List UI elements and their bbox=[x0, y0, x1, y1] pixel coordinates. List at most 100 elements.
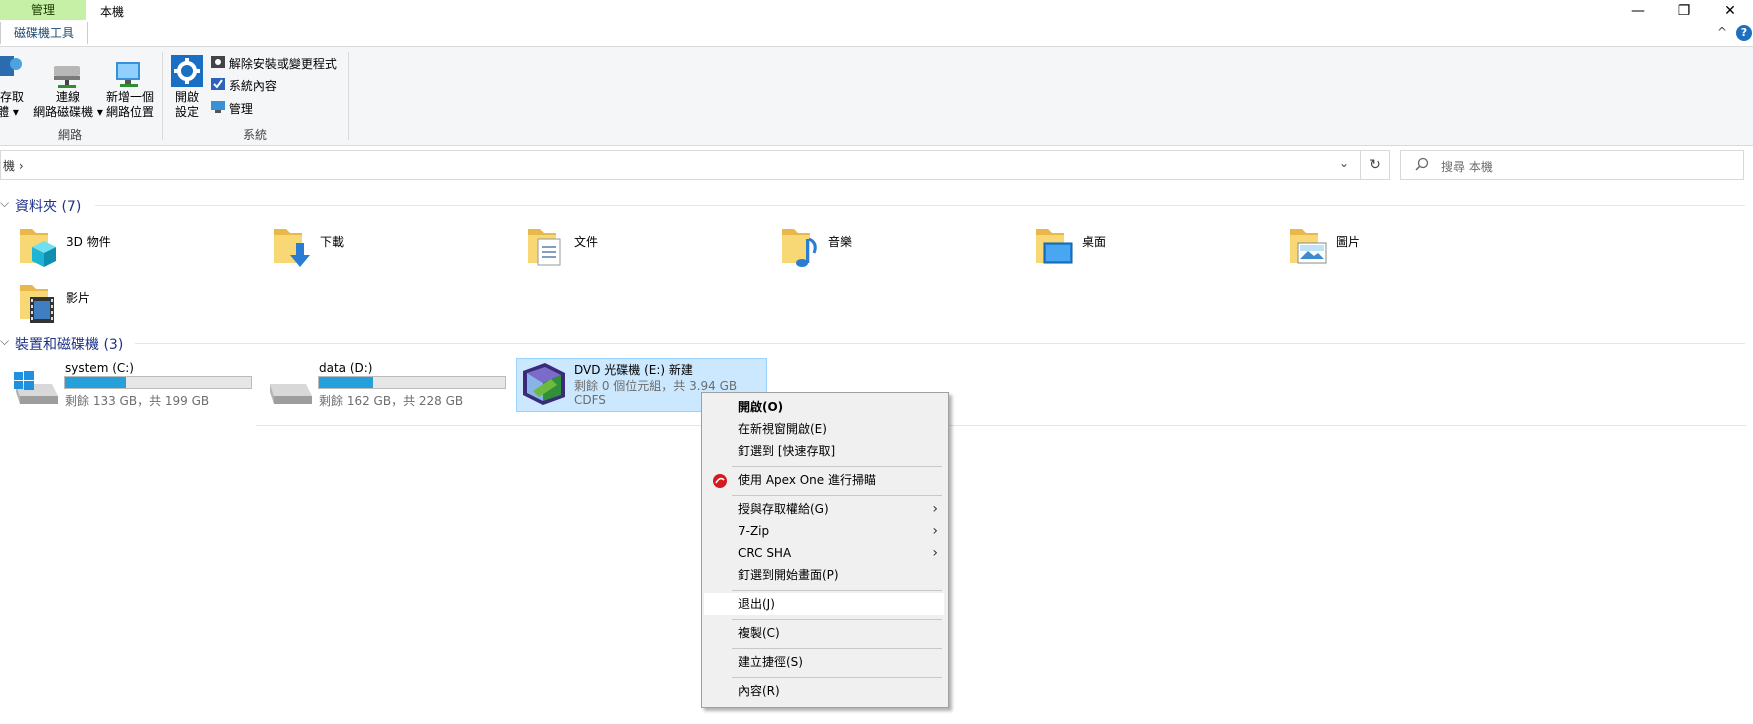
window-title: 本機 bbox=[100, 5, 125, 19]
group-separator bbox=[162, 52, 163, 140]
system-properties-icon bbox=[211, 77, 225, 97]
open-settings-button[interactable]: 開啟 設定 bbox=[168, 90, 206, 120]
section-divider bbox=[256, 425, 1746, 426]
videos-folder-icon bbox=[18, 281, 60, 325]
search-icon bbox=[1415, 157, 1429, 171]
menu-item-pin-quick-access[interactable]: 釘選到 [快速存取] bbox=[704, 440, 944, 462]
drive-usage-fill bbox=[65, 377, 127, 388]
menu-item-properties[interactable]: 內容(R) bbox=[704, 680, 944, 702]
folder-label: 音樂 bbox=[828, 235, 853, 249]
system-properties-button[interactable]: 系統內容 bbox=[211, 76, 277, 96]
menu-item-eject[interactable]: 退出(J) bbox=[704, 593, 944, 615]
add-network-location-icon bbox=[112, 58, 146, 90]
drive-free-space: 剩餘 133 GB，共 199 GB bbox=[65, 394, 210, 408]
folder-pictures[interactable]: 圖片 bbox=[1288, 225, 1508, 273]
folders-collapse-chevron-icon[interactable]: ⌵ bbox=[0, 196, 9, 211]
access-media-label-1: 存取 bbox=[0, 90, 25, 104]
menu-separator bbox=[732, 619, 942, 620]
devices-section-heading[interactable]: 裝置和磁碟機 (3) bbox=[15, 334, 123, 354]
network-group-label: 網路 bbox=[57, 128, 82, 142]
dvd-disc-icon bbox=[521, 361, 567, 407]
map-drive-label-2: 網路磁碟機 ▾ bbox=[33, 105, 103, 119]
drive-usage-bar bbox=[318, 376, 506, 389]
pictures-folder-icon bbox=[1288, 225, 1330, 269]
menu-item-crc-sha[interactable]: CRC SHA › bbox=[704, 542, 944, 564]
access-media-label-2: 媒體 ▾ bbox=[0, 105, 19, 119]
menu-separator bbox=[732, 590, 942, 591]
menu-item-grant-access[interactable]: 授與存取權給(G) › bbox=[704, 498, 944, 520]
submenu-arrow-icon: › bbox=[932, 523, 938, 539]
folder-label: 桌面 bbox=[1082, 235, 1107, 249]
title-bar bbox=[0, 0, 1753, 22]
tab-drive-tools[interactable]: 磁碟機工具 bbox=[0, 22, 88, 44]
drive-c[interactable]: system (C:) 剩餘 133 GB，共 199 GB bbox=[12, 360, 252, 408]
access-media-button[interactable]: 存取 媒體 ▾ bbox=[0, 90, 24, 120]
settings-gear-icon bbox=[171, 55, 203, 87]
menu-item-7zip[interactable]: 7-Zip › bbox=[704, 520, 944, 542]
menu-item-create-shortcut[interactable]: 建立捷徑(S) bbox=[704, 651, 944, 673]
close-button[interactable]: ✕ bbox=[1707, 0, 1753, 22]
collapse-ribbon-button[interactable]: ^ bbox=[1714, 25, 1730, 41]
drive-name: data (D:) bbox=[319, 361, 373, 375]
drive-usage-fill bbox=[319, 377, 373, 388]
refresh-button[interactable]: ↻ bbox=[1360, 150, 1390, 180]
menu-separator bbox=[732, 648, 942, 649]
open-settings-label-1: 開啟 bbox=[174, 90, 199, 104]
hard-drive-icon bbox=[266, 370, 312, 406]
help-button[interactable]: ? bbox=[1736, 25, 1752, 41]
uninstall-icon bbox=[211, 55, 225, 75]
computer-manage-icon bbox=[211, 100, 225, 120]
folder-3d-objects[interactable]: 3D 物件 bbox=[18, 225, 238, 273]
map-network-drive-button[interactable]: 連線 網路磁碟機 ▾ bbox=[30, 90, 106, 120]
music-folder-icon bbox=[780, 225, 822, 269]
menu-item-open-new-window[interactable]: 在新視窗開啟(E) bbox=[704, 418, 944, 440]
drive-d[interactable]: data (D:) 剩餘 162 GB，共 228 GB bbox=[266, 360, 506, 408]
address-history-chevron-down-icon[interactable]: ⌄ bbox=[1335, 156, 1353, 174]
desktop-folder-icon bbox=[1034, 225, 1076, 269]
apex-one-icon bbox=[713, 473, 727, 488]
section-divider bbox=[95, 205, 1745, 206]
menu-item-apex-scan[interactable]: 使用 Apex One 進行掃瞄 bbox=[704, 469, 944, 491]
uninstall-program-button[interactable]: 解除安裝或變更程式 bbox=[211, 54, 337, 74]
maximize-button[interactable]: ❐ bbox=[1661, 0, 1707, 22]
folder-music[interactable]: 音樂 bbox=[780, 225, 1000, 273]
system-group-label: 系統 bbox=[242, 128, 267, 142]
manage-label: 管理 bbox=[228, 102, 253, 116]
minimize-button[interactable]: — bbox=[1615, 0, 1661, 22]
address-path: 機 › bbox=[3, 159, 24, 173]
search-input[interactable]: 搜尋 本機 bbox=[1400, 150, 1744, 180]
menu-separator bbox=[732, 495, 942, 496]
menu-item-open[interactable]: 開啟(O) bbox=[704, 396, 944, 418]
group-separator bbox=[348, 52, 349, 140]
add-location-label-1: 新增一個 bbox=[105, 90, 154, 104]
context-menu: 開啟(O) 在新視窗開啟(E) 釘選到 [快速存取] 使用 Apex One 進… bbox=[701, 392, 949, 708]
tab-manage[interactable]: 管理 bbox=[0, 0, 86, 20]
add-network-location-button[interactable]: 新增一個 網路位置 bbox=[104, 90, 156, 120]
drive-name: system (C:) bbox=[65, 361, 134, 375]
folders-section-heading[interactable]: 資料夾 (7) bbox=[15, 196, 81, 216]
access-media-icon bbox=[0, 52, 24, 82]
address-bar[interactable]: 機 › ⌄ bbox=[0, 150, 1362, 180]
submenu-arrow-icon: › bbox=[932, 501, 938, 517]
menu-separator bbox=[732, 677, 942, 678]
drive-free-space: 剩餘 162 GB，共 228 GB bbox=[319, 394, 464, 408]
search-placeholder: 搜尋 本機 bbox=[1441, 160, 1493, 174]
manage-button[interactable]: 管理 bbox=[211, 99, 253, 119]
uninstall-label: 解除安裝或變更程式 bbox=[228, 57, 337, 71]
folder-videos[interactable]: 影片 bbox=[18, 281, 238, 329]
folder-documents[interactable]: 文件 bbox=[526, 225, 746, 273]
3d-objects-folder-icon bbox=[18, 225, 60, 269]
folder-label: 影片 bbox=[66, 291, 91, 305]
map-network-drive-icon bbox=[50, 58, 84, 90]
add-location-label-2: 網路位置 bbox=[105, 105, 154, 119]
folder-downloads[interactable]: 下載 bbox=[272, 225, 492, 273]
folder-label: 下載 bbox=[320, 235, 345, 249]
map-drive-label-1: 連線 bbox=[55, 90, 80, 104]
menu-item-copy[interactable]: 複製(C) bbox=[704, 622, 944, 644]
open-settings-label-2: 設定 bbox=[174, 105, 199, 119]
menu-separator bbox=[732, 466, 942, 467]
devices-collapse-chevron-icon[interactable]: ⌵ bbox=[0, 334, 9, 349]
folder-label: 3D 物件 bbox=[66, 235, 111, 249]
folder-desktop[interactable]: 桌面 bbox=[1034, 225, 1254, 273]
menu-item-pin-start[interactable]: 釘選到開始畫面(P) bbox=[704, 564, 944, 586]
